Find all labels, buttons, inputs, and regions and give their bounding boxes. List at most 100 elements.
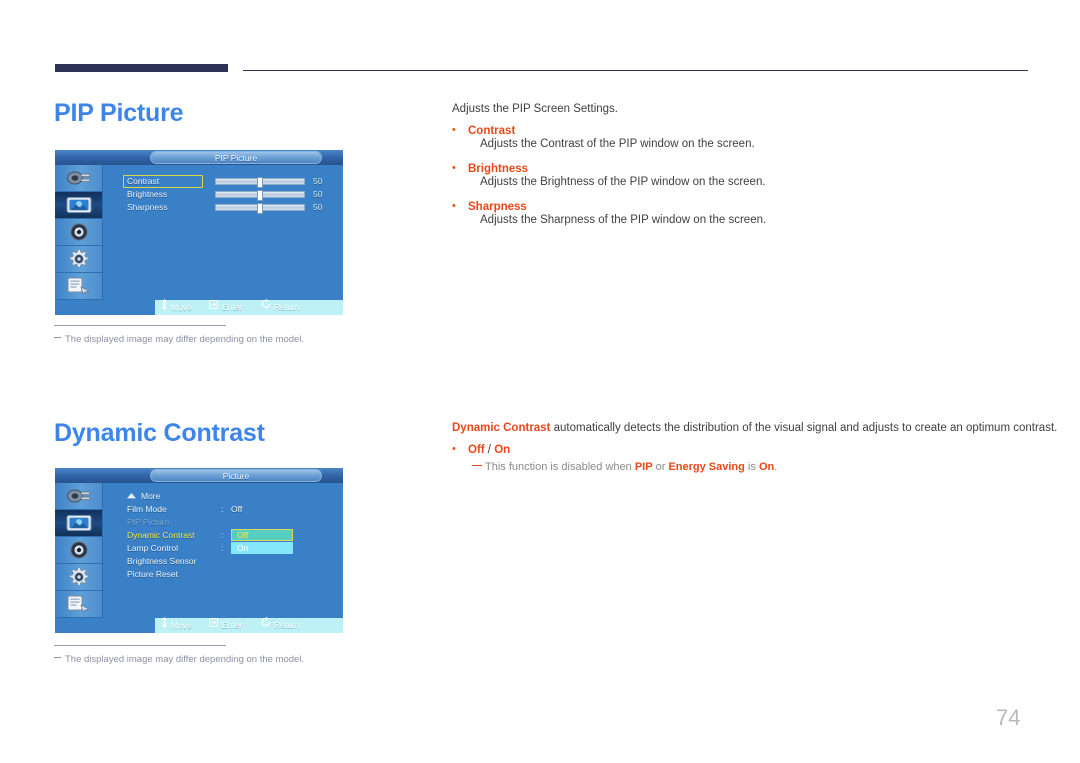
pip-bullet-label-brightness: Brightness: [468, 163, 529, 175]
osd-sidebar-item-multi-control[interactable]: [55, 591, 102, 618]
osd-dropdown-option-on[interactable]: On: [231, 542, 293, 554]
osd-footer-move[interactable]: Move: [161, 299, 192, 315]
footnote-dash-icon: [54, 336, 61, 338]
osd-row-label-dynamic-contrast[interactable]: Dynamic Contrast: [127, 530, 195, 540]
pip-bullet-sharpness: • Sharpness: [452, 197, 527, 215]
osd-footer-enter-label: Enter: [222, 302, 243, 312]
slider-thumb[interactable]: [257, 177, 263, 188]
osd-sidebar-item-multi-control[interactable]: [55, 273, 102, 300]
dynamic-note: This function is disabled when PIP or En…: [472, 461, 777, 473]
footnote-dynamic-text: The displayed image may differ depending…: [65, 654, 305, 665]
dynamic-option-separator: /: [484, 444, 495, 456]
page-number: 74: [996, 705, 1021, 730]
footnote-pip-text: The displayed image may differ depending…: [65, 334, 305, 345]
osd-sidebar-item-system[interactable]: [55, 564, 102, 591]
osd-icon-sidebar: [55, 165, 103, 300]
osd-footer-return[interactable]: Return: [261, 617, 300, 633]
pip-bullet-desc-brightness: Adjusts the Brightness of the PIP window…: [480, 176, 766, 188]
osd-body: Contrast 50 Brightness 50 Sharpness 50: [55, 165, 343, 300]
page-title-dynamic-contrast: Dynamic Contrast: [54, 419, 265, 447]
osd-menu-area: More Film Mode : Off PIP Picture Dynamic…: [103, 483, 343, 618]
osd-footer-corner: [55, 300, 155, 315]
osd-row-label-contrast[interactable]: Contrast: [127, 176, 159, 186]
footnote-pip-text-wrap: The displayed image may differ depending…: [54, 334, 354, 345]
dynamic-note-term-energy-saving: Energy Saving: [668, 461, 745, 473]
osd-row-label-brightness-sensor[interactable]: Brightness Sensor: [127, 556, 196, 566]
dynamic-intro-rest: automatically detects the distribution o…: [550, 422, 1058, 434]
osd-menu-area: Contrast 50 Brightness 50 Sharpness 50: [103, 165, 343, 300]
sound-icon: [69, 541, 88, 559]
osd-footer-move[interactable]: Move: [161, 617, 192, 633]
page-title-pip-picture: PIP Picture: [54, 99, 184, 127]
osd-value-brightness: 50: [313, 189, 323, 199]
osd-row-more-label: More: [141, 491, 161, 501]
input-source-icon: [66, 489, 90, 503]
osd-row-label-picture-reset[interactable]: Picture Reset: [127, 569, 178, 579]
move-icon: [161, 617, 168, 633]
osd-sidebar-item-sound[interactable]: [55, 219, 102, 246]
osd-footer-bar: Move Enter Return: [55, 299, 343, 315]
osd-screenshot-picture-menu: Picture More Film Mode: Off PIP Picture…: [55, 468, 343, 633]
multi-control-icon: [67, 595, 89, 614]
dynamic-intro-strong: Dynamic Contrast: [452, 422, 551, 434]
footnote-dynamic: The displayed image may differ depending…: [54, 645, 354, 665]
osd-row-label-film-mode[interactable]: Film Mode: [127, 504, 167, 514]
pip-lead-text: Adjusts the PIP Screen Settings.: [452, 103, 618, 115]
enter-icon: [208, 299, 219, 314]
header-rule-thick: [55, 64, 228, 72]
osd-slider-sharpness[interactable]: [215, 203, 305, 214]
slider-thumb[interactable]: [257, 203, 263, 214]
dynamic-bullet-options: • Off / On: [452, 440, 510, 458]
header-rule-thin: [243, 70, 1028, 71]
footnote-rule: [54, 325, 226, 326]
note-dash-icon: [472, 464, 482, 466]
osd-sidebar-item-input-source[interactable]: [55, 165, 102, 192]
slider-thumb[interactable]: [257, 190, 263, 201]
picture-icon: [66, 197, 91, 213]
osd-title-pill: PIP Picture: [150, 151, 322, 164]
osd-slider-brightness[interactable]: [215, 190, 305, 201]
osd-row-more[interactable]: More: [127, 491, 160, 501]
dynamic-option-off[interactable]: Off: [468, 444, 485, 456]
system-gear-icon: [69, 249, 88, 268]
dynamic-note-post: .: [774, 461, 778, 473]
osd-dropdown-option-off[interactable]: Off: [231, 529, 293, 541]
osd-row-label-brightness[interactable]: Brightness: [127, 189, 167, 199]
pip-bullet-label-contrast: Contrast: [468, 125, 516, 137]
osd-body: More Film Mode : Off PIP Picture Dynamic…: [55, 483, 343, 618]
dynamic-option-on[interactable]: On: [494, 444, 510, 456]
pip-bullet-desc-contrast: Adjusts the Contrast of the PIP window o…: [480, 138, 755, 150]
bullet-dot-icon: •: [452, 161, 456, 174]
return-icon: [261, 617, 271, 632]
bullet-dot-icon: •: [452, 123, 456, 136]
osd-row-label-pip-picture: PIP Picture: [127, 517, 170, 527]
osd-slider-contrast[interactable]: [215, 177, 305, 188]
osd-screenshot-pip-picture: PIP Picture Contrast 50 Brightness 50 Sh…: [55, 150, 343, 315]
multi-control-icon: [67, 277, 89, 296]
osd-title-text: Picture: [222, 471, 250, 481]
osd-footer-enter[interactable]: Enter: [208, 617, 243, 633]
osd-sidebar-item-input-source[interactable]: [55, 483, 102, 510]
osd-sidebar-item-picture[interactable]: [55, 510, 102, 537]
osd-footer-enter[interactable]: Enter: [208, 299, 243, 315]
footnote-pip: The displayed image may differ depending…: [54, 325, 354, 345]
scroll-up-icon: [127, 491, 136, 501]
osd-footer-return[interactable]: Return: [261, 299, 300, 315]
picture-icon: [66, 515, 91, 531]
osd-row-colon-dynamic-contrast: :: [221, 530, 224, 540]
bullet-dot-icon: •: [452, 199, 456, 212]
bullet-dot-icon: •: [452, 442, 456, 455]
osd-row-label-lamp-control[interactable]: Lamp Control: [127, 543, 178, 553]
enter-icon: [208, 617, 219, 632]
osd-row-colon-film-mode: :: [221, 504, 224, 514]
osd-footer-return-label: Return: [274, 302, 300, 312]
osd-footer-return-label: Return: [274, 620, 300, 630]
osd-sidebar-item-sound[interactable]: [55, 537, 102, 564]
osd-footer-enter-label: Enter: [222, 620, 243, 630]
osd-title-text: PIP Picture: [214, 153, 258, 163]
footnote-dash-icon: [54, 656, 61, 658]
osd-row-label-sharpness[interactable]: Sharpness: [127, 202, 168, 212]
osd-sidebar-item-system[interactable]: [55, 246, 102, 273]
osd-sidebar-item-picture[interactable]: [55, 192, 102, 219]
osd-footer-move-label: Move: [171, 620, 192, 631]
